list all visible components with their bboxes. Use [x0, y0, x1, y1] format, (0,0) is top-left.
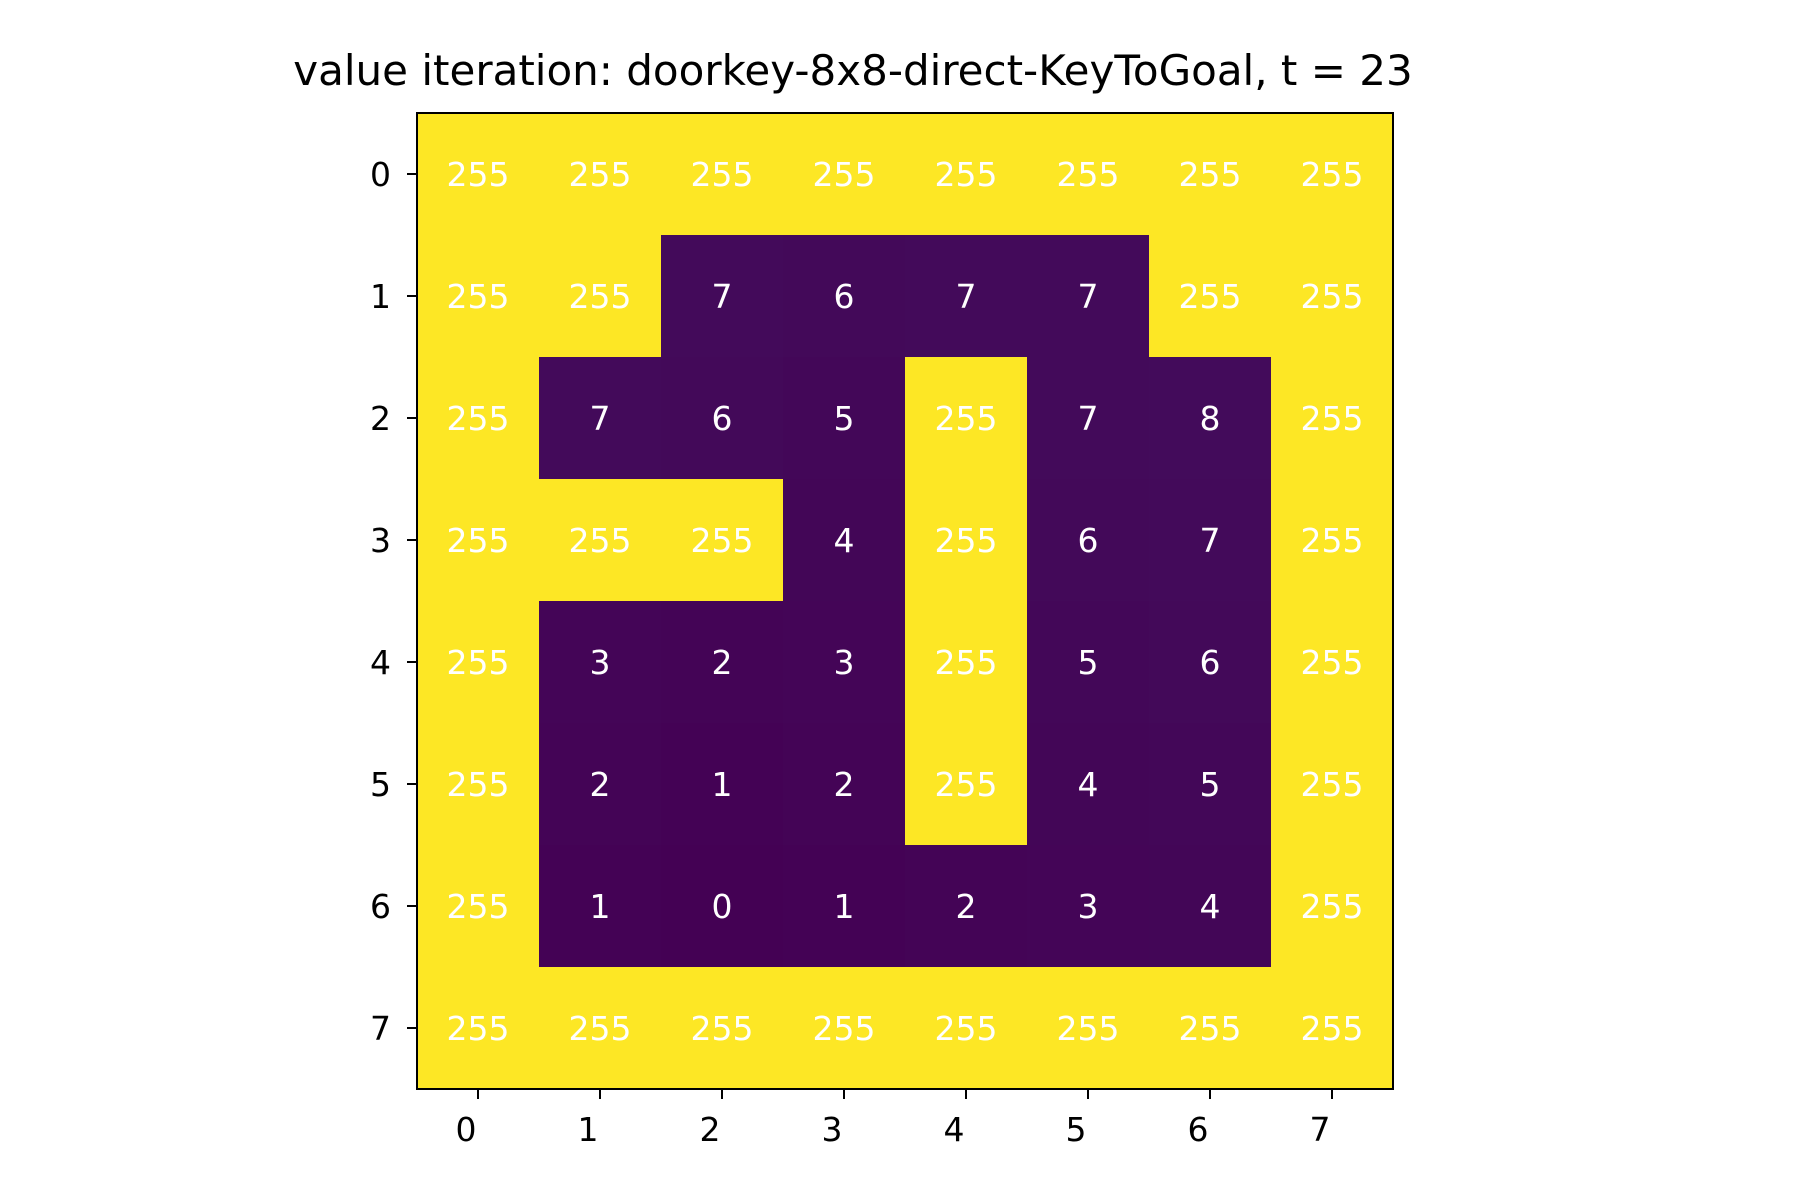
cell-label-r5-c0: 255 [447, 765, 510, 804]
cell-label-r7-c2: 255 [691, 1009, 754, 1048]
y-tick-label-7: 7 [370, 1009, 391, 1048]
cell-label-r7-c1: 255 [569, 1009, 632, 1048]
cell-label-r3-c4: 255 [935, 521, 998, 560]
y-tick-label-1: 1 [370, 277, 391, 316]
cell-label-r1-c6: 255 [1179, 277, 1242, 316]
cell-label-r1-c3: 6 [834, 277, 855, 316]
cell-label-r4-c3: 3 [834, 643, 855, 682]
cell-label-r5-c6: 5 [1200, 765, 1221, 804]
cell-label-r3-c6: 7 [1200, 521, 1221, 560]
cell-label-r7-c4: 255 [935, 1009, 998, 1048]
cell-label-r7-c5: 255 [1057, 1009, 1120, 1048]
cell-label-r1-c5: 7 [1078, 277, 1099, 316]
x-tick-label-6: 6 [1188, 1110, 1209, 1149]
x-tick-label-3: 3 [822, 1110, 843, 1149]
cell-label-r2-c4: 255 [935, 399, 998, 438]
heatmap-cells: 255 255 255 255 255 255 255 255255 255 7 6 7 7 255 255… [417, 113, 1394, 1090]
cell-label-r7-c7: 255 [1301, 1009, 1364, 1048]
heatmap-chart: value iteration: doorkey-8x8-direct-KeyT… [293, 46, 1412, 1149]
cell-label-r3-c1: 255 [569, 521, 632, 560]
x-tick-label-7: 7 [1310, 1110, 1331, 1149]
cell-label-r6-c4: 2 [956, 887, 977, 926]
x-tick-label-5: 5 [1066, 1110, 1087, 1149]
cell-label-r6-c5: 3 [1078, 887, 1099, 926]
cell-label-r5-c5: 4 [1078, 765, 1099, 804]
cell-label-r5-c4: 255 [935, 765, 998, 804]
y-tick-label-5: 5 [370, 765, 391, 804]
cell-label-r4-c5: 5 [1078, 643, 1099, 682]
chart-title: value iteration: doorkey-8x8-direct-KeyT… [293, 46, 1412, 95]
cell-label-r5-c7: 255 [1301, 765, 1364, 804]
cell-label-r4-c0: 255 [447, 643, 510, 682]
cell-label-r3-c5: 6 [1078, 521, 1099, 560]
cell-label-r0-c0: 255 [447, 155, 510, 194]
cell-label-r6-c7: 255 [1301, 887, 1364, 926]
cell-label-r0-c2: 255 [691, 155, 754, 194]
cell-label-r5-c3: 2 [834, 765, 855, 804]
cell-label-r2-c0: 255 [447, 399, 510, 438]
cell-label-r3-c3: 4 [834, 521, 855, 560]
cell-label-r0-c6: 255 [1179, 155, 1242, 194]
cell-label-r2-c1: 7 [590, 399, 611, 438]
cell-label-r1-c4: 7 [956, 277, 977, 316]
cell-label-r0-c1: 255 [569, 155, 632, 194]
cell-label-r4-c4: 255 [935, 643, 998, 682]
cell-label-r7-c6: 255 [1179, 1009, 1242, 1048]
x-tick-label-1: 1 [578, 1110, 599, 1149]
cell-label-r1-c0: 255 [447, 277, 510, 316]
cell-label-r4-c1: 3 [590, 643, 611, 682]
y-tick-label-4: 4 [370, 643, 391, 682]
cell-label-r2-c7: 255 [1301, 399, 1364, 438]
cell-label-r6-c0: 255 [447, 887, 510, 926]
cell-label-r6-c3: 1 [834, 887, 855, 926]
y-tick-label-2: 2 [370, 399, 391, 438]
x-axis: 0 1 2 3 4 5 6 7 [456, 1089, 1333, 1149]
y-tick-label-3: 3 [370, 521, 391, 560]
cell-label-r0-c4: 255 [935, 155, 998, 194]
cell-label-r1-c1: 255 [569, 277, 632, 316]
cell-label-r1-c2: 7 [712, 277, 733, 316]
cell-label-r5-c2: 1 [712, 765, 733, 804]
cell-label-r6-c2: 0 [712, 887, 733, 926]
cell-label-r2-c3: 5 [834, 399, 855, 438]
cell-label-r2-c6: 8 [1200, 399, 1221, 438]
cell-label-r0-c3: 255 [813, 155, 876, 194]
cell-label-r4-c2: 2 [712, 643, 733, 682]
cell-label-r3-c2: 255 [691, 521, 754, 560]
cell-label-r2-c5: 7 [1078, 399, 1099, 438]
y-tick-label-0: 0 [370, 155, 391, 194]
cell-label-r6-c6: 4 [1200, 887, 1221, 926]
cell-label-r5-c1: 2 [590, 765, 611, 804]
cell-label-r0-c5: 255 [1057, 155, 1120, 194]
cell-label-r2-c2: 6 [712, 399, 733, 438]
cell-label-r7-c0: 255 [447, 1009, 510, 1048]
x-tick-label-2: 2 [700, 1110, 721, 1149]
cell-label-r4-c7: 255 [1301, 643, 1364, 682]
cell-label-r1-c7: 255 [1301, 277, 1364, 316]
cell-label-r3-c0: 255 [447, 521, 510, 560]
cell-label-r4-c6: 6 [1200, 643, 1221, 682]
x-tick-label-4: 4 [944, 1110, 965, 1149]
x-tick-label-0: 0 [456, 1110, 477, 1149]
y-tick-label-6: 6 [370, 887, 391, 926]
cell-label-r6-c1: 1 [590, 887, 611, 926]
cell-label-r0-c7: 255 [1301, 155, 1364, 194]
cell-label-r3-c7: 255 [1301, 521, 1364, 560]
cell-label-r7-c3: 255 [813, 1009, 876, 1048]
y-axis: 0 1 2 3 4 5 6 7 [370, 155, 417, 1048]
